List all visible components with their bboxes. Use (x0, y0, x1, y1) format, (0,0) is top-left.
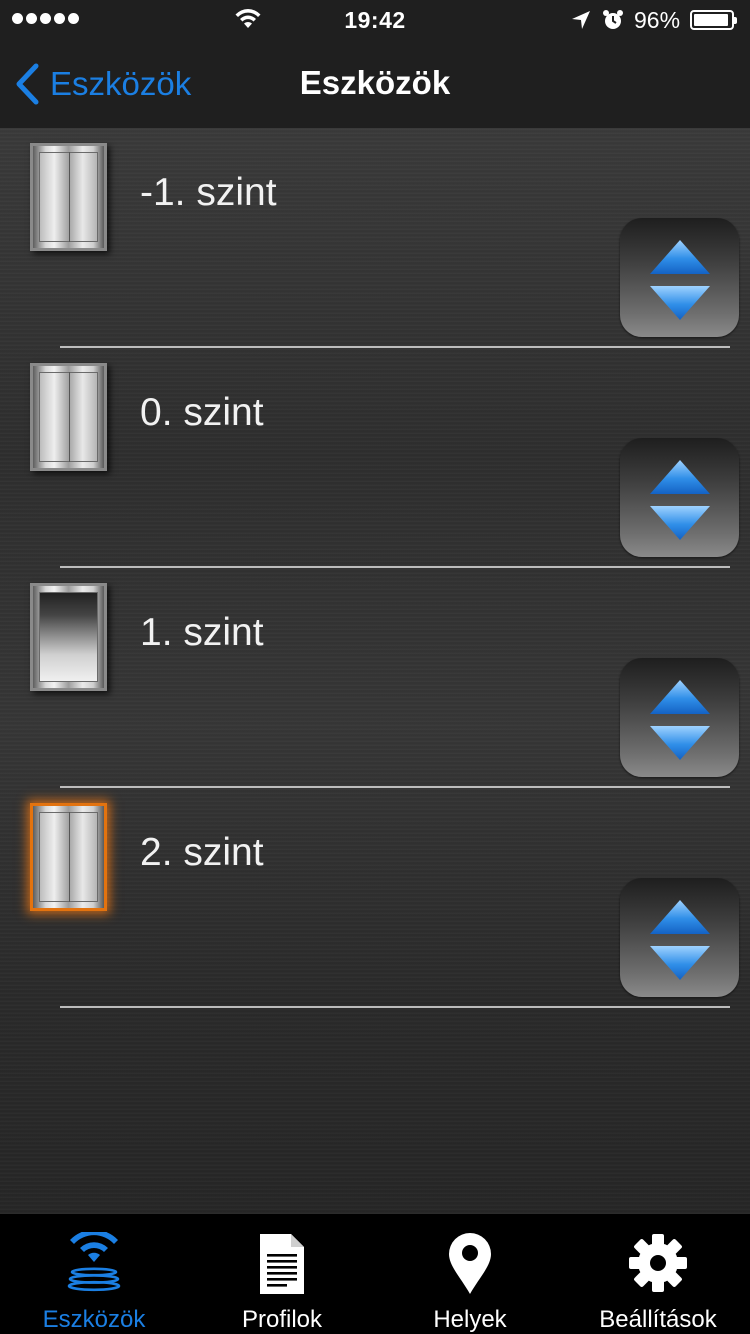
document-icon (260, 1234, 304, 1294)
elevator-door-image[interactable] (30, 363, 107, 471)
row-divider (60, 1006, 730, 1008)
battery-icon (690, 10, 737, 30)
gear-icon (629, 1234, 687, 1292)
floor-row[interactable]: 2. szint (0, 789, 750, 1009)
tab-label: Beállítások (599, 1306, 717, 1333)
up-down-arrows-icon (650, 460, 710, 540)
floor-row[interactable]: 0. szint (0, 349, 750, 569)
location-pin-icon (449, 1233, 491, 1294)
elevator-cabin-image[interactable] (30, 583, 107, 691)
elevator-door-image-selected[interactable] (30, 803, 107, 911)
location-arrow-icon (572, 11, 590, 29)
wireless-devices-icon (67, 1232, 121, 1292)
up-down-button[interactable] (620, 218, 739, 337)
floor-label: 2. szint (140, 831, 264, 874)
up-down-arrows-icon (650, 240, 710, 320)
alarm-icon (603, 10, 623, 29)
tab-beallitasok[interactable]: Beállítások (564, 1214, 750, 1334)
floor-row[interactable]: -1. szint (0, 129, 750, 349)
floor-label: -1. szint (140, 171, 277, 214)
tab-label: Eszközök (42, 1306, 146, 1333)
up-down-arrows-icon (650, 900, 710, 980)
row-divider (60, 786, 730, 788)
row-divider (60, 346, 730, 348)
floor-list: -1. szint 0. szint 1. szint 2. szint (0, 129, 750, 1214)
battery-percentage: 96% (634, 7, 681, 33)
floor-label: 0. szint (140, 391, 264, 434)
status-bar: 19:42 96% (0, 0, 750, 40)
tab-helyek[interactable]: Helyek (376, 1214, 564, 1334)
up-down-button[interactable] (620, 878, 739, 997)
floor-row[interactable]: 1. szint (0, 569, 750, 789)
up-down-button[interactable] (620, 658, 739, 777)
elevator-door-image[interactable] (30, 143, 107, 251)
navigation-bar: Eszközök Eszközök (0, 40, 750, 129)
tab-bar: Eszközök Profilok Helyek Beállítások (0, 1214, 750, 1334)
tab-label: Helyek (433, 1306, 507, 1333)
up-down-button[interactable] (620, 438, 739, 557)
up-down-arrows-icon (650, 680, 710, 760)
floor-label: 1. szint (140, 611, 264, 654)
tab-eszkozok[interactable]: Eszközök (0, 1214, 188, 1334)
row-divider (60, 566, 730, 568)
page-title: Eszközök (299, 64, 451, 101)
tab-label: Profilok (241, 1306, 323, 1333)
tab-profilok[interactable]: Profilok (188, 1214, 376, 1334)
